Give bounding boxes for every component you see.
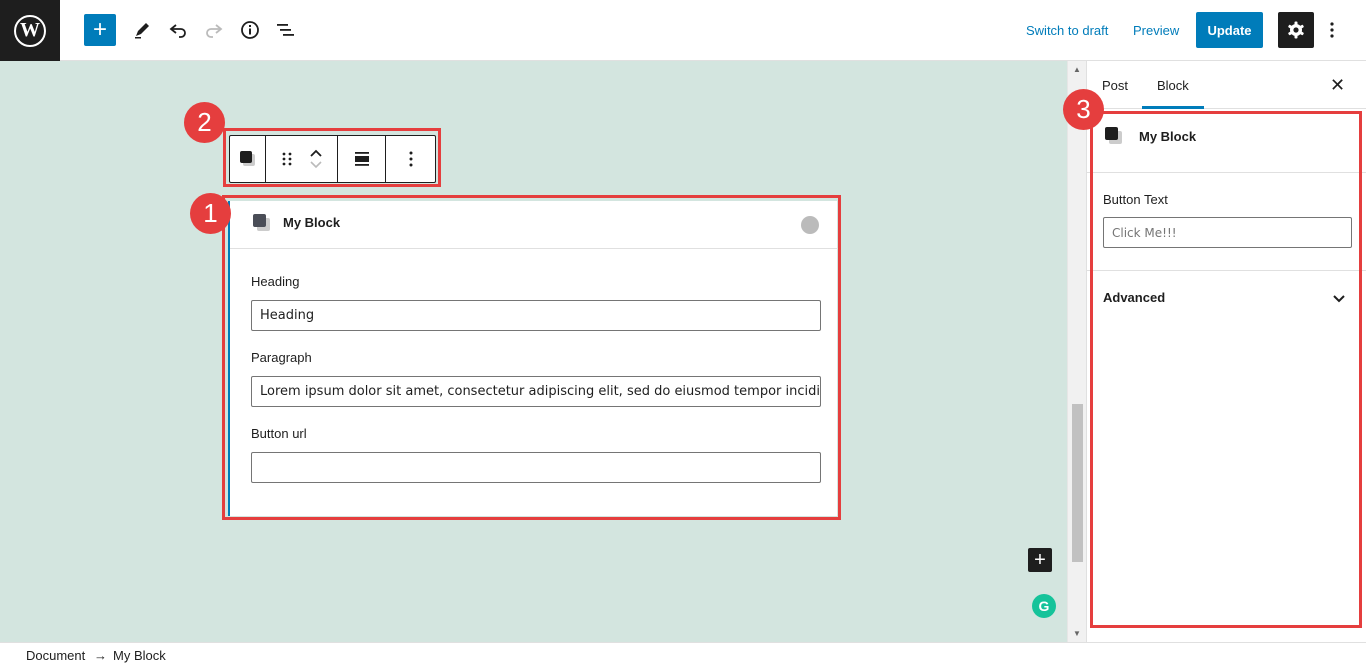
tab-post[interactable]: Post [1102,78,1128,93]
undo-icon [169,24,186,38]
breadcrumb-document[interactable]: Document [26,648,85,663]
undo-button[interactable] [162,14,194,46]
annotation-badge-2: 2 [184,102,225,143]
scroll-thumb[interactable] [1072,404,1083,562]
breadcrumb-my-block[interactable]: My Block [113,648,166,663]
sidebar-tabs: Post Block ✕ [1087,61,1366,109]
info-icon [241,21,259,39]
gear-icon [1288,21,1304,39]
details-button[interactable] [234,14,266,46]
canvas-scrollbar[interactable]: ▲ ▼ [1067,61,1086,642]
wordpress-logo[interactable]: W [0,0,60,61]
annotation-badge-3: 3 [1063,89,1104,130]
breadcrumb-separator: → [94,648,107,663]
grammarly-icon[interactable]: G [1032,594,1056,618]
redo-icon [206,24,223,38]
editor-header: W + Switch to draft Preview Update [0,0,1366,61]
scroll-up-icon[interactable]: ▲ [1073,65,1081,74]
tab-block[interactable]: Block [1157,78,1189,93]
annotation-box-1 [222,195,841,520]
settings-button[interactable] [1278,12,1314,48]
list-view-button[interactable] [270,14,302,46]
update-button[interactable]: Update [1196,12,1263,48]
annotation-badge-1: 1 [190,193,231,234]
add-block-inline-button[interactable]: + [1028,548,1052,572]
list-view-icon [277,24,294,36]
switch-to-draft-button[interactable]: Switch to draft [1026,23,1108,38]
preview-button[interactable]: Preview [1133,23,1179,38]
wordpress-icon: W [14,14,46,47]
annotation-box-3 [1090,111,1362,628]
close-icon[interactable]: ✕ [1330,75,1345,96]
scroll-down-icon[interactable]: ▼ [1073,629,1081,638]
redo-button[interactable] [198,14,230,46]
tools-button[interactable] [126,14,158,46]
more-vertical-icon [1330,22,1334,38]
add-block-button[interactable]: + [84,14,116,46]
annotation-box-2 [223,128,441,187]
pencil-icon [135,23,149,39]
options-button[interactable] [1322,14,1342,46]
breadcrumb: Document → My Block [0,642,1366,667]
